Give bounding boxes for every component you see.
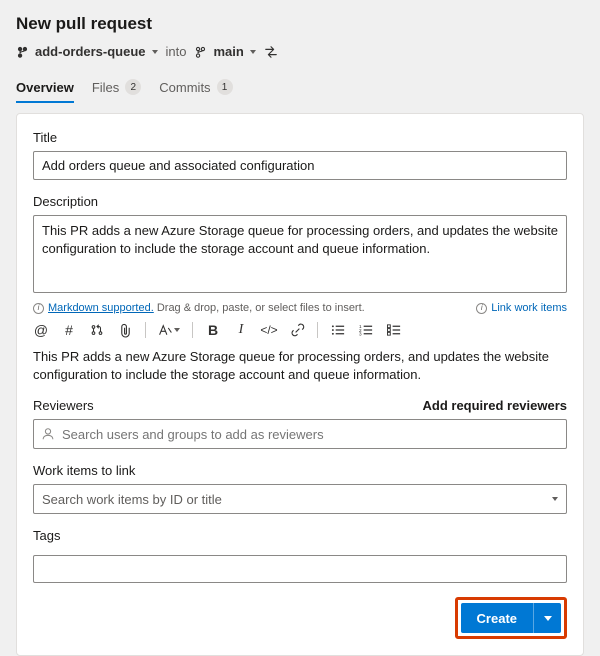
description-input[interactable] bbox=[33, 215, 567, 293]
title-input[interactable] bbox=[33, 151, 567, 180]
title-label: Title bbox=[33, 130, 567, 145]
target-branch-name: main bbox=[213, 44, 243, 59]
chevron-down-icon bbox=[552, 497, 558, 501]
source-branch-name: add-orders-queue bbox=[35, 44, 146, 59]
reviewers-label: Reviewers bbox=[33, 398, 94, 413]
chevron-down-icon bbox=[174, 328, 180, 332]
pr-form-card: Title Description Markdown supported. Dr… bbox=[16, 113, 584, 656]
create-button[interactable]: Create bbox=[461, 603, 533, 633]
toolbar-separator bbox=[192, 322, 193, 338]
swap-branches-button[interactable] bbox=[264, 45, 278, 59]
source-branch-selector[interactable]: add-orders-queue bbox=[16, 44, 158, 59]
link-work-items[interactable]: Link work items bbox=[476, 302, 567, 314]
mention-icon[interactable]: @ bbox=[33, 322, 49, 338]
description-label: Description bbox=[33, 194, 567, 209]
info-icon bbox=[33, 303, 44, 314]
target-branch-selector[interactable]: main bbox=[194, 44, 255, 59]
create-dropdown-button[interactable] bbox=[533, 603, 561, 633]
page-title: New pull request bbox=[16, 14, 584, 34]
code-icon[interactable]: </> bbox=[261, 323, 277, 337]
info-icon bbox=[476, 303, 487, 314]
work-items-placeholder: Search work items by ID or title bbox=[42, 492, 222, 507]
chevron-down-icon bbox=[250, 50, 256, 54]
swap-icon bbox=[264, 45, 278, 59]
checklist-icon[interactable] bbox=[386, 323, 402, 337]
bullet-list-icon[interactable] bbox=[330, 323, 346, 337]
person-icon bbox=[41, 427, 55, 441]
branch-selector-row: add-orders-queue into main bbox=[16, 44, 584, 59]
tab-files[interactable]: Files 2 bbox=[92, 73, 141, 103]
tags-input[interactable] bbox=[33, 555, 567, 583]
commits-count-badge: 1 bbox=[217, 79, 233, 95]
hashtag-icon[interactable]: # bbox=[61, 322, 77, 338]
numbered-list-icon[interactable]: 123 bbox=[358, 323, 374, 337]
create-button-highlight: Create bbox=[455, 597, 567, 639]
toolbar-separator bbox=[317, 322, 318, 338]
markdown-hint: Markdown supported. Drag & drop, paste, … bbox=[33, 302, 365, 314]
bold-icon[interactable]: B bbox=[205, 322, 221, 338]
chevron-down-icon bbox=[152, 50, 158, 54]
toolbar-separator bbox=[145, 322, 146, 338]
tabs: Overview Files 2 Commits 1 bbox=[16, 73, 584, 103]
attachment-icon[interactable] bbox=[117, 323, 133, 338]
italic-icon[interactable]: I bbox=[233, 322, 249, 338]
files-count-badge: 2 bbox=[125, 79, 141, 95]
editor-toolbar: @ # B I </> 123 bbox=[33, 322, 567, 338]
branch-icon bbox=[194, 45, 207, 58]
pull-request-icon[interactable] bbox=[89, 323, 105, 337]
tab-commits[interactable]: Commits 1 bbox=[159, 73, 232, 103]
work-items-dropdown[interactable]: Search work items by ID or title bbox=[33, 484, 567, 514]
work-items-label: Work items to link bbox=[33, 463, 567, 478]
into-label: into bbox=[166, 44, 187, 59]
tab-overview[interactable]: Overview bbox=[16, 74, 74, 103]
svg-text:3: 3 bbox=[359, 332, 362, 337]
markdown-supported-link[interactable]: Markdown supported. bbox=[48, 302, 154, 314]
add-required-reviewers-link[interactable]: Add required reviewers bbox=[423, 398, 568, 413]
branch-icon bbox=[16, 45, 29, 58]
description-preview: This PR adds a new Azure Storage queue f… bbox=[33, 348, 567, 384]
tags-label: Tags bbox=[33, 528, 567, 543]
text-style-icon[interactable] bbox=[158, 323, 180, 337]
chevron-down-icon bbox=[544, 616, 552, 621]
reviewers-search-input[interactable] bbox=[33, 419, 567, 449]
link-icon[interactable] bbox=[289, 323, 305, 338]
